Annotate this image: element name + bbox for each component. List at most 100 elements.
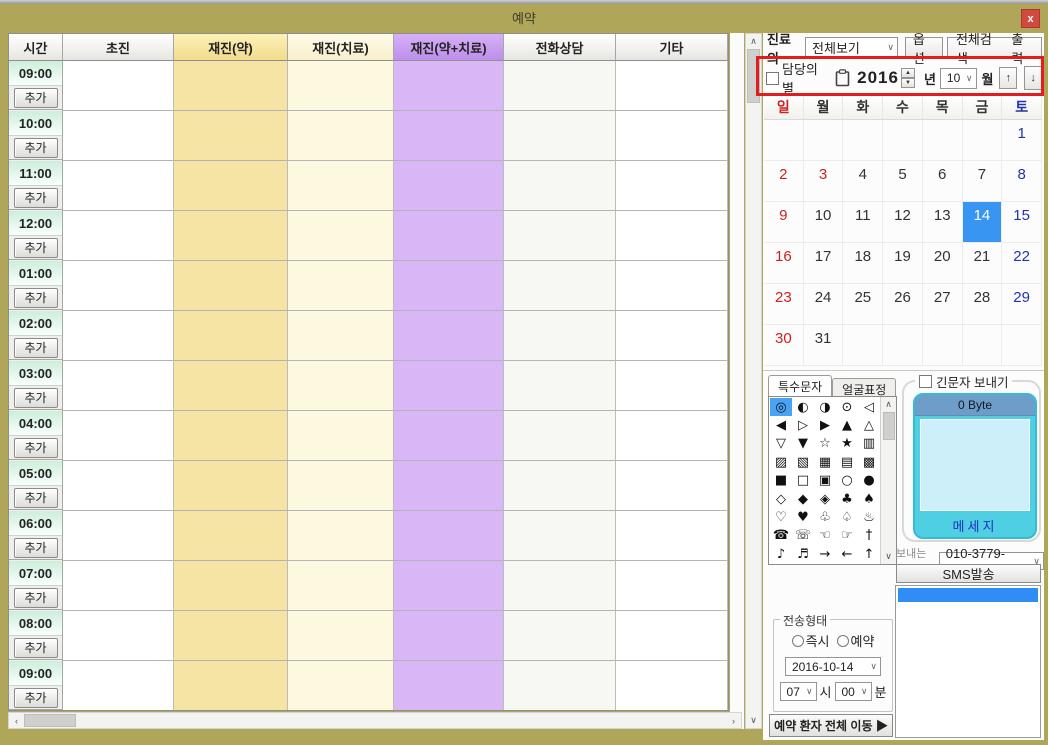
vertical-scrollbar[interactable]: ∧ ∨ (745, 33, 762, 729)
calendar-day[interactable]: 14 (963, 202, 1003, 243)
special-char[interactable]: ▥ (858, 435, 880, 453)
special-char[interactable]: ◇ (770, 490, 792, 508)
special-char[interactable]: ▽ (770, 435, 792, 453)
schedule-cell[interactable] (174, 611, 288, 661)
calendar-day[interactable]: 16 (764, 243, 804, 284)
add-button[interactable]: 추가 (14, 638, 58, 658)
year-spinner[interactable]: ▲ ▼ (901, 68, 915, 88)
schedule-cell[interactable] (288, 61, 394, 111)
schedule-cell[interactable] (504, 211, 616, 261)
schedule-cell[interactable] (394, 211, 504, 261)
schedule-cell[interactable] (174, 461, 288, 511)
schedule-cell[interactable] (174, 411, 288, 461)
special-char[interactable]: ☏ (792, 527, 814, 545)
schedule-cell[interactable] (288, 161, 394, 211)
special-char[interactable]: ▨ (770, 453, 792, 471)
special-char[interactable]: ♤ (836, 508, 858, 526)
special-char[interactable]: ♨ (858, 508, 880, 526)
calendar-day[interactable]: 25 (843, 284, 883, 325)
calendar-day[interactable]: 29 (1002, 284, 1042, 325)
schedule-cell[interactable] (288, 361, 394, 411)
horizontal-scrollbar[interactable]: ‹ › (8, 712, 742, 729)
schedule-cell[interactable] (616, 411, 728, 461)
spinner-up-icon[interactable]: ▲ (901, 68, 915, 78)
schedule-cell[interactable] (288, 661, 394, 711)
scroll-left-icon[interactable]: ‹ (9, 713, 24, 728)
special-char[interactable]: ♪ (770, 545, 792, 563)
schedule-cell[interactable] (174, 161, 288, 211)
add-button[interactable]: 추가 (14, 388, 58, 408)
year-value[interactable]: 2016 (857, 68, 899, 88)
special-char[interactable]: ▤ (836, 453, 858, 471)
special-char[interactable]: ☎ (770, 527, 792, 545)
search-all-button[interactable]: 전체검색 (956, 29, 999, 67)
schedule-cell[interactable] (394, 311, 504, 361)
radio-immediate[interactable]: 즉시 (792, 631, 830, 650)
special-char[interactable]: ◀ (770, 416, 792, 434)
scroll-up-icon[interactable]: ∧ (881, 397, 896, 412)
special-char[interactable]: ▶ (814, 416, 836, 434)
calendar-day[interactable]: 7 (963, 161, 1003, 202)
schedule-cell[interactable] (504, 561, 616, 611)
special-char[interactable]: □ (792, 472, 814, 490)
calendar-day[interactable]: 4 (843, 161, 883, 202)
special-char[interactable]: ◆ (792, 490, 814, 508)
calendar-day[interactable]: 28 (963, 284, 1003, 325)
calendar-day[interactable]: 15 (1002, 202, 1042, 243)
schedule-cell[interactable] (63, 461, 174, 511)
sms-list-box[interactable] (895, 585, 1041, 738)
radio-icon[interactable] (837, 635, 849, 647)
scroll-right-icon[interactable]: › (726, 713, 741, 728)
radio-icon[interactable] (792, 635, 804, 647)
schedule-cell[interactable] (63, 111, 174, 161)
long-message-checkbox[interactable] (919, 375, 932, 388)
month-down-button[interactable]: ↓ (1024, 66, 1042, 90)
sms-send-button[interactable]: SMS발송 (896, 564, 1041, 583)
calendar-day[interactable]: 24 (804, 284, 844, 325)
special-char[interactable]: ↑ (858, 545, 880, 563)
schedule-cell[interactable] (616, 511, 728, 561)
schedule-cell[interactable] (504, 411, 616, 461)
schedule-cell[interactable] (174, 361, 288, 411)
schedule-cell[interactable] (394, 261, 504, 311)
special-char[interactable]: ◑ (814, 398, 836, 416)
add-button[interactable]: 추가 (14, 488, 58, 508)
special-char[interactable]: ♧ (814, 508, 836, 526)
radio-reserved[interactable]: 예약 (837, 631, 875, 650)
schedule-cell[interactable] (616, 311, 728, 361)
tab-special-chars[interactable]: 특수문자 (768, 375, 832, 396)
special-char[interactable]: ◁ (858, 398, 880, 416)
print-button[interactable]: 출력 (1011, 29, 1033, 67)
schedule-cell[interactable] (174, 311, 288, 361)
special-char[interactable]: ▼ (792, 435, 814, 453)
calendar-day[interactable]: 13 (923, 202, 963, 243)
calendar-day[interactable]: 2 (764, 161, 804, 202)
schedule-cell[interactable] (616, 261, 728, 311)
special-char[interactable]: ♠ (858, 490, 880, 508)
schedule-cell[interactable] (394, 61, 504, 111)
doctor-select[interactable]: 전체보기 ∨ (805, 37, 898, 58)
schedule-cell[interactable] (616, 211, 728, 261)
transmission-date-select[interactable]: 2016-10-14 ∨ (785, 657, 881, 676)
list-selected-row[interactable] (898, 588, 1038, 602)
spinner-down-icon[interactable]: ▼ (901, 78, 915, 88)
special-char[interactable]: ♬ (792, 545, 814, 563)
schedule-cell[interactable] (616, 161, 728, 211)
calendar-day[interactable]: 22 (1002, 243, 1042, 284)
schedule-cell[interactable] (288, 411, 394, 461)
special-char[interactable]: ☜ (814, 527, 836, 545)
special-char[interactable]: ◐ (792, 398, 814, 416)
schedule-cell[interactable] (504, 611, 616, 661)
special-char[interactable]: ▧ (792, 453, 814, 471)
schedule-cell[interactable] (616, 461, 728, 511)
add-button[interactable]: 추가 (14, 238, 58, 258)
schedule-cell[interactable] (616, 111, 728, 161)
special-char[interactable]: ▦ (814, 453, 836, 471)
special-char[interactable]: ○ (836, 472, 858, 490)
add-button[interactable]: 추가 (14, 188, 58, 208)
schedule-cell[interactable] (504, 161, 616, 211)
calendar-day[interactable]: 26 (883, 284, 923, 325)
special-char[interactable]: ☆ (814, 435, 836, 453)
schedule-cell[interactable] (63, 311, 174, 361)
schedule-cell[interactable] (616, 611, 728, 661)
